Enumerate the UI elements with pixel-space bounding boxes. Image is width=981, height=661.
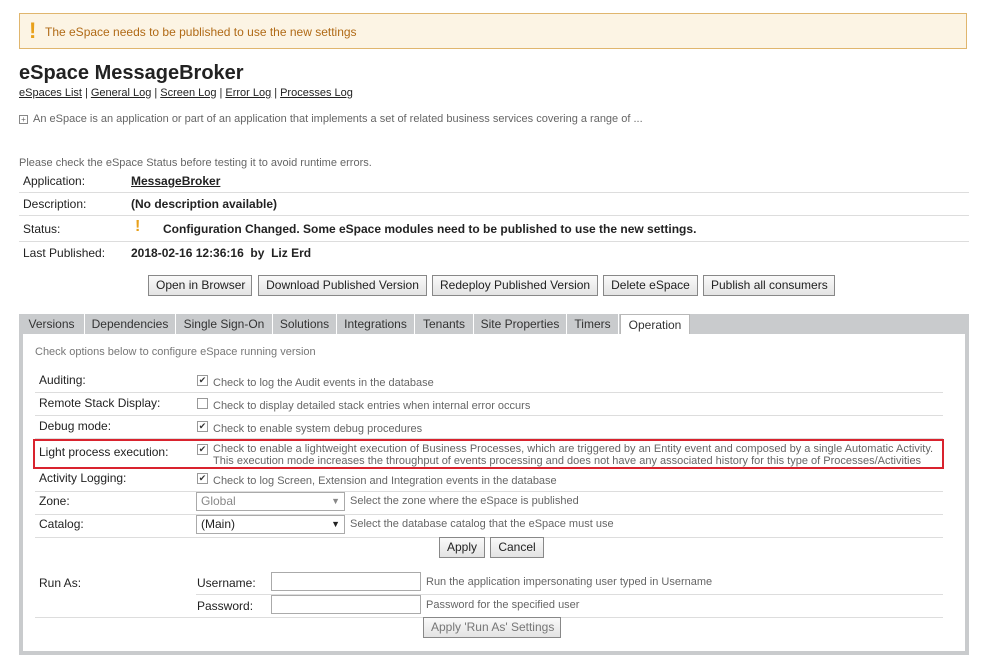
espace-description: + An eSpace is an application or part of … bbox=[19, 113, 643, 125]
zone-select[interactable]: Global ▼ bbox=[196, 492, 345, 511]
warning-icon: ! bbox=[29, 18, 37, 43]
catalog-text: Select the database catalog that the eSp… bbox=[350, 518, 614, 530]
open-in-browser-button[interactable]: Open in Browser bbox=[148, 275, 252, 296]
published-label: Last Published: bbox=[23, 246, 106, 260]
publish-all-consumers-button[interactable]: Publish all consumers bbox=[703, 275, 835, 296]
tab-solutions[interactable]: Solutions bbox=[273, 314, 337, 334]
delete-espace-button[interactable]: Delete eSpace bbox=[603, 275, 698, 296]
link-general-log[interactable]: General Log bbox=[91, 87, 152, 99]
cancel-button[interactable]: Cancel bbox=[490, 537, 544, 558]
info-row-application: Application: MessageBroker bbox=[19, 170, 969, 193]
remote-stack-checkbox[interactable] bbox=[197, 398, 208, 409]
breadcrumb-links: eSpaces List | General Log | Screen Log | Erro… bbox=[19, 87, 353, 99]
light-process-highlight bbox=[33, 439, 944, 469]
debug-mode-checkbox[interactable]: ✔ bbox=[197, 421, 208, 432]
description-label: Description: bbox=[23, 197, 87, 211]
status-check-note: Please check the eSpace Status before te… bbox=[19, 157, 372, 169]
tab-single-sign-on[interactable]: Single Sign-On bbox=[176, 314, 273, 334]
username-text: Run the application impersonating user t… bbox=[426, 576, 713, 588]
run-as-label: Run As: bbox=[39, 576, 82, 590]
link-processes-log[interactable]: Processes Log bbox=[280, 87, 353, 99]
catalog-value: (Main) bbox=[201, 517, 236, 531]
tab-timers[interactable]: Timers bbox=[567, 314, 619, 334]
info-row-description: Description: (No description available) bbox=[19, 193, 969, 216]
link-espaces-list[interactable]: eSpaces List bbox=[19, 87, 82, 99]
chevron-down-icon: ▼ bbox=[331, 496, 340, 506]
username-input[interactable] bbox=[271, 572, 421, 591]
activity-logging-label: Activity Logging: bbox=[39, 471, 127, 485]
catalog-select[interactable]: (Main) ▼ bbox=[196, 515, 345, 534]
tab-versions[interactable]: Versions bbox=[19, 314, 85, 334]
password-input[interactable] bbox=[271, 595, 421, 614]
row-auditing: Auditing: bbox=[35, 370, 943, 393]
link-screen-log[interactable]: Screen Log bbox=[160, 87, 216, 99]
catalog-label: Catalog: bbox=[39, 517, 84, 531]
zone-label: Zone: bbox=[39, 494, 70, 508]
zone-text: Select the zone where the eSpace is publ… bbox=[350, 495, 579, 507]
auditing-label: Auditing: bbox=[39, 373, 86, 387]
info-row-status: Status: ! Configuration Changed. Some eS… bbox=[19, 216, 969, 242]
page-title: eSpace MessageBroker bbox=[19, 62, 244, 84]
zone-value: Global bbox=[201, 494, 236, 508]
tab-integrations[interactable]: Integrations bbox=[337, 314, 415, 334]
warning-banner: ! The eSpace needs to be published to us… bbox=[19, 13, 967, 49]
username-label: Username: bbox=[197, 576, 256, 590]
auditing-checkbox[interactable]: ✔ bbox=[197, 375, 208, 386]
tab-dependencies[interactable]: Dependencies bbox=[85, 314, 176, 334]
remote-stack-label: Remote Stack Display: bbox=[39, 396, 161, 410]
debug-mode-label: Debug mode: bbox=[39, 419, 112, 433]
row-debug-mode: Debug mode: bbox=[35, 416, 943, 439]
status-value: Configuration Changed. Some eSpace modul… bbox=[163, 222, 697, 236]
auditing-text: Check to log the Audit events in the dat… bbox=[213, 377, 434, 389]
tab-operation[interactable]: Operation bbox=[620, 314, 690, 334]
published-value: 2018-02-16 12:36:16 by Liz Erd bbox=[131, 246, 312, 260]
tab-tenants[interactable]: Tenants bbox=[415, 314, 474, 334]
link-error-log[interactable]: Error Log bbox=[225, 87, 271, 99]
expand-icon[interactable]: + bbox=[19, 114, 28, 124]
tab-site-properties[interactable]: Site Properties bbox=[474, 314, 567, 334]
redeploy-published-button[interactable]: Redeploy Published Version bbox=[432, 275, 598, 296]
info-row-published: Last Published: 2018-02-16 12:36:16 by L… bbox=[19, 242, 969, 264]
description-value: (No description available) bbox=[131, 197, 278, 211]
warning-text: The eSpace needs to be published to use … bbox=[45, 25, 357, 39]
password-label: Password: bbox=[197, 599, 254, 613]
download-published-button[interactable]: Download Published Version bbox=[258, 275, 427, 296]
remote-stack-text: Check to display detailed stack entries … bbox=[213, 400, 531, 412]
operation-note: Check options below to configure eSpace … bbox=[35, 346, 316, 358]
application-label: Application: bbox=[23, 174, 86, 188]
apply-run-as-button[interactable]: Apply 'Run As' Settings bbox=[423, 617, 561, 638]
activity-logging-checkbox[interactable]: ✔ bbox=[197, 473, 208, 484]
apply-button[interactable]: Apply bbox=[439, 537, 485, 558]
password-text: Password for the specified user bbox=[426, 599, 580, 611]
activity-logging-text: Check to log Screen, Extension and Integ… bbox=[213, 475, 557, 487]
debug-mode-text: Check to enable system debug procedures bbox=[213, 423, 423, 435]
chevron-down-icon: ▼ bbox=[331, 519, 340, 529]
description-text: An eSpace is an application or part of a… bbox=[33, 113, 643, 125]
status-label: Status: bbox=[23, 222, 61, 236]
application-link[interactable]: MessageBroker bbox=[131, 174, 220, 188]
status-warning-icon: ! bbox=[135, 218, 141, 235]
